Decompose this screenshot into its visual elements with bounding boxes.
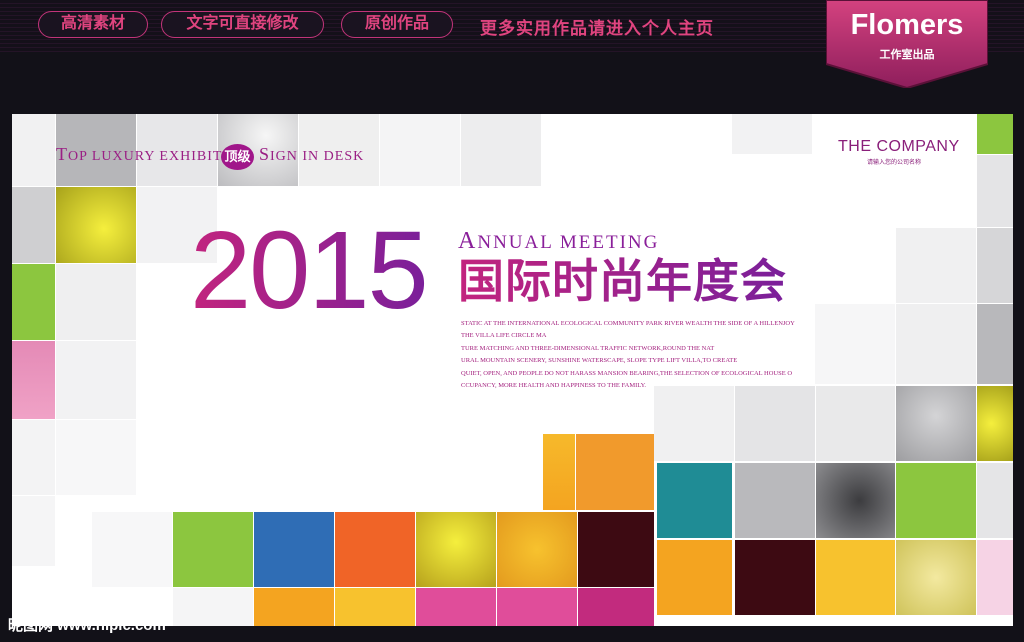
promo-link[interactable]: 更多实用作品请进入个人主页 <box>480 14 714 39</box>
tile <box>497 512 577 587</box>
nav-pill-hd-material[interactable]: 高清素材 <box>38 11 148 38</box>
tile <box>816 386 895 461</box>
tile <box>173 588 253 626</box>
nav-pill-label: 高清素材 <box>60 15 125 32</box>
tile <box>578 588 654 626</box>
tile <box>335 588 415 626</box>
tile <box>735 386 815 461</box>
description-paragraph: STATIC AT THE INTERNATIONAL ECOLOGICAL C… <box>461 318 831 392</box>
tile <box>896 463 976 538</box>
tile <box>380 114 460 186</box>
tile <box>654 386 734 461</box>
tile <box>12 264 55 340</box>
tile <box>977 114 1013 154</box>
brand-name: Flomers <box>850 9 964 41</box>
tagline-initial: T <box>56 144 68 164</box>
paragraph-line: CCUPANCY, MORE HEALTH AND HAPPINESS TO T… <box>461 382 647 390</box>
tile <box>335 512 415 587</box>
top-badge: 顶级 <box>221 144 254 170</box>
tagline2-initial: S <box>259 144 271 164</box>
tile <box>735 540 815 615</box>
tile <box>56 264 136 340</box>
tile <box>56 420 136 495</box>
tile <box>735 463 815 538</box>
tile <box>977 155 1013 227</box>
company-name: THE COMPANY <box>838 138 960 155</box>
tile <box>12 420 55 495</box>
tile <box>416 512 496 587</box>
annual-rest: NNUAL MEETING <box>477 232 660 253</box>
main-headline: 国际时尚年度会 <box>458 255 787 307</box>
tile <box>657 463 732 538</box>
tile <box>977 463 1013 538</box>
paragraph-line: THE VILLA LIFE CIRCLE MA <box>461 332 547 340</box>
paragraph-line: STATIC AT THE INTERNATIONAL ECOLOGICAL C… <box>461 320 795 327</box>
tile <box>816 540 895 615</box>
paragraph-line: URAL MOUNTAIN SCENERY, SUNSHINE WATERSCA… <box>461 357 738 365</box>
tagline-sign-in: SIGN IN DESK <box>259 144 364 165</box>
tile <box>12 187 55 263</box>
nav-pill-original[interactable]: 原创作品 <box>341 11 453 38</box>
tile <box>56 187 136 263</box>
tile <box>12 114 55 186</box>
tile <box>173 512 253 587</box>
paragraph-line: QUIET, OPEN, AND PEOPLE DO NOT HARASS MA… <box>461 369 793 377</box>
tile <box>254 588 334 626</box>
year-heading: 2015 <box>190 209 429 332</box>
tile <box>254 512 334 587</box>
brand-badge: Flomers 工作室出品 <box>826 0 988 88</box>
tile <box>977 228 1013 303</box>
image-id-line: ID:19787465 NO:20150413163046696815 <box>768 616 976 628</box>
company-subtitle: 请输入您的公司名称 <box>867 160 922 166</box>
annual-meeting-heading: ANNUAL MEETING <box>458 228 659 255</box>
tile <box>657 540 732 615</box>
annual-initial: A <box>458 228 478 254</box>
tile <box>896 386 976 461</box>
tile <box>92 512 172 587</box>
banner-board: TOP LUXURY EXHIBITION 顶级 SIGN IN DESK TH… <box>12 114 1013 626</box>
tile <box>896 540 976 615</box>
nav-pill-label: 文字可直接修改 <box>186 15 299 32</box>
tile <box>977 540 1013 615</box>
tile <box>578 512 654 587</box>
watermark: 昵图网 www.nipic.com <box>8 617 166 634</box>
nav-pill-label: 原创作品 <box>364 15 429 32</box>
tile <box>56 341 136 419</box>
tile <box>461 114 541 186</box>
tile <box>576 434 654 510</box>
tile <box>12 341 55 419</box>
tagline2-rest: IGN IN DESK <box>270 149 365 164</box>
tile <box>12 496 55 566</box>
tile <box>896 228 976 303</box>
tile <box>977 386 1013 461</box>
tile <box>896 304 976 384</box>
nav-pill-editable-text[interactable]: 文字可直接修改 <box>161 11 324 38</box>
tile <box>543 434 575 510</box>
tile <box>732 114 812 154</box>
tile <box>977 304 1013 384</box>
tile <box>816 463 895 538</box>
tile <box>497 588 577 626</box>
tile <box>416 588 496 626</box>
brand-subtitle: 工作室出品 <box>879 49 935 61</box>
paragraph-line: TURE MATCHING AND THREE-DIMENSIONAL TRAF… <box>461 344 715 352</box>
